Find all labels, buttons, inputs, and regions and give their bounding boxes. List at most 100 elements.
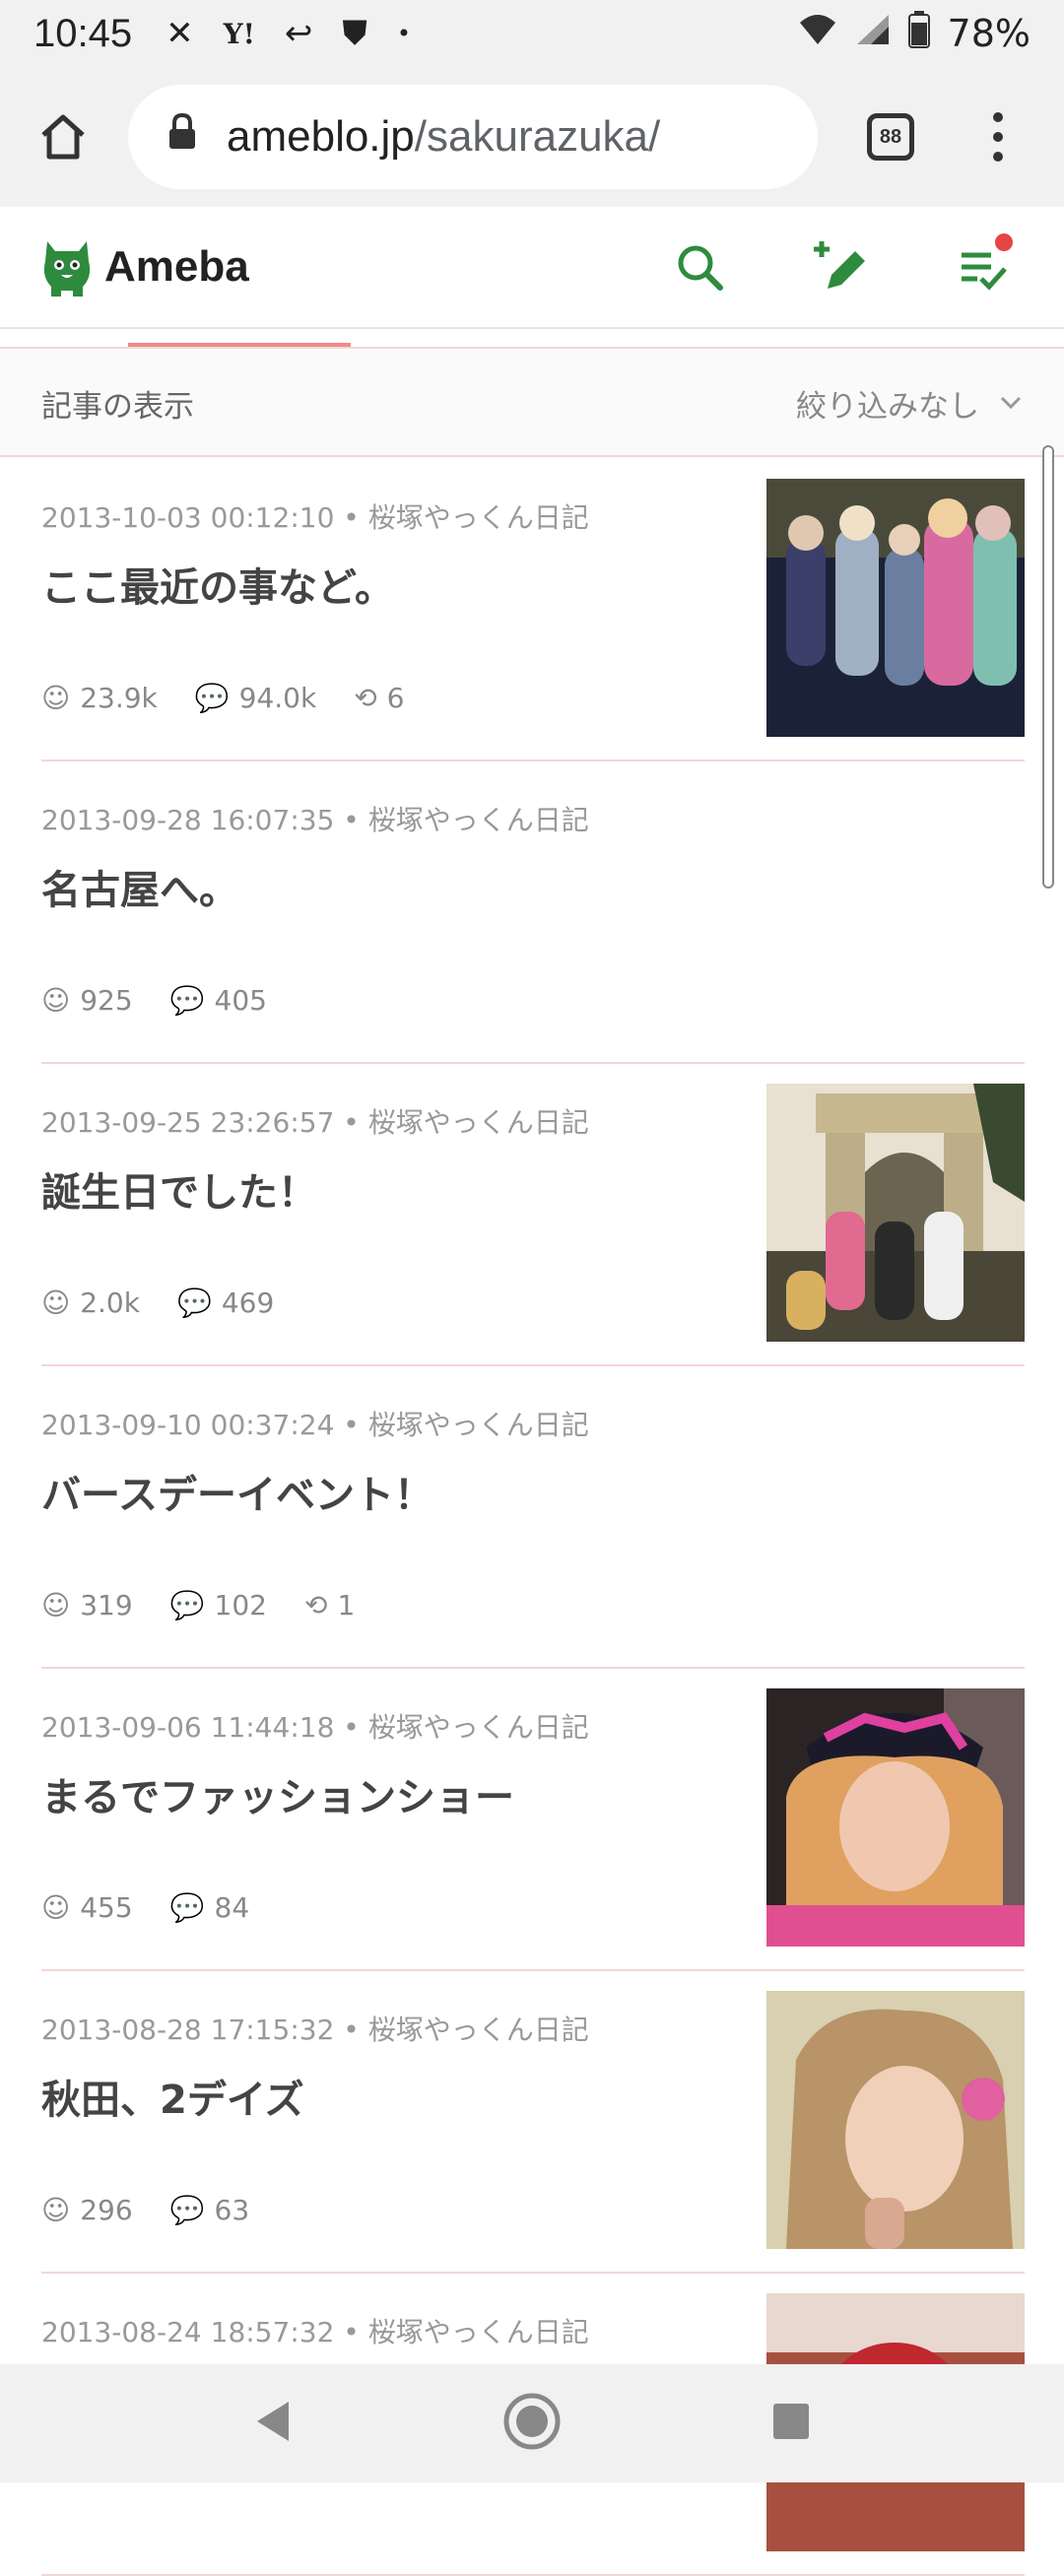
battery-level: 78% (947, 12, 1031, 55)
article-title[interactable]: まるでファッションショー (41, 1765, 514, 1822)
wifi-icon (798, 12, 837, 55)
url-bar[interactable]: ameblo.jp/sakurazuka/ (128, 85, 818, 189)
like-count: 23.9k (80, 682, 158, 714)
article-stats: ☺ 925 💬 405 (41, 984, 267, 1017)
back-icon (256, 2402, 289, 2441)
status-bar: 10:45 ✕ Y! ↩ ⛊ • 78% (0, 0, 1064, 67)
article-title[interactable]: ここ最近の事など。 (41, 556, 394, 613)
like-count: 296 (80, 2194, 133, 2226)
filter-bar: 記事の表示 絞り込みなし (0, 351, 1064, 457)
activity-button[interactable] (952, 233, 1015, 298)
like-icon: ☺ (41, 1589, 71, 1621)
system-nav-bar (0, 2364, 1064, 2482)
like-icon: ☺ (41, 1287, 71, 1319)
reblog-count: 1 (337, 1589, 356, 1621)
reblog-count: 6 (386, 682, 405, 714)
article-thumbnail[interactable] (766, 1688, 1025, 1947)
comment-icon: 💬 (169, 1891, 205, 1924)
back-button[interactable] (253, 2400, 293, 2447)
article-list: 2013-10-03 00:12:10 • 桜塚やっくん日記 ここ最近の事など。… (0, 459, 1064, 2576)
comment-icon: 💬 (176, 1287, 212, 1319)
recents-icon (773, 2404, 810, 2439)
like-icon: ☺ (41, 2194, 71, 2226)
article-thumbnail[interactable] (766, 479, 1025, 737)
comment-icon: 💬 (169, 984, 205, 1017)
ameba-mascot-icon (43, 241, 91, 297)
article-title[interactable]: 名古屋へ。 (41, 858, 238, 915)
recents-button[interactable] (771, 2402, 811, 2445)
article-meta: 2013-08-24 18:57:32 • 桜塚やっくん日記 (41, 2316, 589, 2348)
article-stats: ☺ 319 💬 102 ⟲ 1 (41, 1589, 355, 1621)
like-count: 925 (80, 984, 133, 1017)
comment-count: 469 (221, 1287, 275, 1319)
like-icon: ☺ (41, 984, 71, 1017)
article-meta: 2013-09-06 11:44:18 • 桜塚やっくん日記 (41, 1711, 589, 1744)
comment-icon: 💬 (169, 2194, 205, 2226)
more-dot-icon: • (396, 20, 412, 47)
missed-call-icon: ✕ (166, 14, 194, 53)
home-icon (41, 114, 85, 160)
url-host: ameblo.jp (227, 112, 415, 161)
article-item[interactable]: 2013-09-28 16:07:35 • 桜塚やっくん日記 名古屋へ。 ☺ 92… (41, 761, 1025, 1064)
like-count: 2.0k (80, 1287, 140, 1319)
article-meta: 2013-08-28 17:15:32 • 桜塚やっくん日記 (41, 2014, 589, 2046)
pen-add-icon (814, 241, 865, 289)
article-item[interactable]: 2013-09-06 11:44:18 • 桜塚やっくん日記 まるでファッション… (41, 1669, 1025, 1971)
ameba-logo[interactable]: Ameba (39, 235, 249, 298)
home-circle-icon (503, 2393, 561, 2450)
comment-count: 405 (214, 984, 267, 1017)
article-meta: 2013-10-03 00:12:10 • 桜塚やっくん日記 (41, 501, 589, 534)
article-stats: ☺ 23.9k 💬 94.0k ⟲ 6 (41, 682, 405, 714)
like-icon: ☺ (41, 682, 71, 714)
reblog-icon: ⟲ (354, 682, 377, 714)
article-title[interactable]: 誕生日でした！ (41, 1160, 317, 1218)
divider (0, 347, 1064, 349)
notification-dot (995, 233, 1013, 251)
status-time: 10:45 (33, 11, 133, 55)
like-count: 319 (80, 1589, 133, 1621)
write-post-button[interactable] (810, 235, 873, 298)
article-item[interactable]: 2013-09-10 00:37:24 • 桜塚やっくん日記 バースデーイベント… (41, 1366, 1025, 1669)
article-stats: ☺ 2.0k 💬 469 (41, 1287, 274, 1319)
article-title[interactable]: バースデーイベント！ (41, 1463, 433, 1520)
comment-count: 84 (214, 1891, 250, 1924)
comment-count: 94.0k (238, 682, 317, 714)
article-thumbnail[interactable] (766, 1084, 1025, 1342)
ameba-header: Ameba (0, 207, 1064, 329)
chevron-down-icon (1000, 396, 1022, 410)
logo-text: Ameba (104, 242, 249, 291)
shield-icon: ⛊ (342, 14, 367, 53)
browser-toolbar: ameblo.jp/sakurazuka/ 88 (0, 67, 1064, 207)
article-meta: 2013-09-28 16:07:35 • 桜塚やっくん日記 (41, 804, 589, 836)
article-stats: ☺ 296 💬 63 (41, 2194, 249, 2226)
battery-icon (907, 10, 930, 57)
filter-dropdown[interactable]: 絞り込みなし (796, 381, 1023, 426)
tab-switcher-button[interactable]: 88 (867, 113, 914, 161)
comment-icon: 💬 (169, 1589, 205, 1621)
signal-icon (855, 12, 891, 55)
search-button[interactable] (668, 235, 731, 298)
article-meta: 2013-09-10 00:37:24 • 桜塚やっくん日記 (41, 1409, 589, 1441)
like-icon: ☺ (41, 1891, 71, 1924)
search-icon (678, 245, 723, 291)
tab-count: 88 (879, 125, 902, 148)
comment-count: 102 (214, 1589, 267, 1621)
article-item[interactable]: 2013-10-03 00:12:10 • 桜塚やっくん日記 ここ最近の事など。… (41, 459, 1025, 761)
reply-icon: ↩ (284, 14, 313, 53)
like-count: 455 (80, 1891, 133, 1924)
filter-dropdown-value: 絞り込みなし (796, 388, 979, 425)
yahoo-icon: Y! (223, 17, 255, 50)
browser-menu-button[interactable] (993, 112, 1003, 162)
article-thumbnail[interactable] (766, 1991, 1025, 2249)
article-item[interactable]: 2013-09-25 23:26:57 • 桜塚やっくん日記 誕生日でした！ ☺… (41, 1064, 1025, 1366)
home-button[interactable] (28, 101, 99, 172)
article-title[interactable]: 秋田、2デイズ (41, 2068, 304, 2125)
article-meta: 2013-09-25 23:26:57 • 桜塚やっくん日記 (41, 1106, 589, 1139)
filter-label: 記事の表示 (41, 388, 194, 425)
home-nav-button[interactable] (502, 2392, 562, 2455)
reblog-icon: ⟲ (303, 1589, 328, 1621)
article-stats: ☺ 455 💬 84 (41, 1891, 249, 1924)
article-item[interactable]: 2013-08-28 17:15:32 • 桜塚やっくん日記 秋田、2デイズ ☺… (41, 1971, 1025, 2274)
notification-icons: ✕ Y! ↩ ⛊ • (166, 14, 411, 53)
comment-count: 63 (214, 2194, 250, 2226)
